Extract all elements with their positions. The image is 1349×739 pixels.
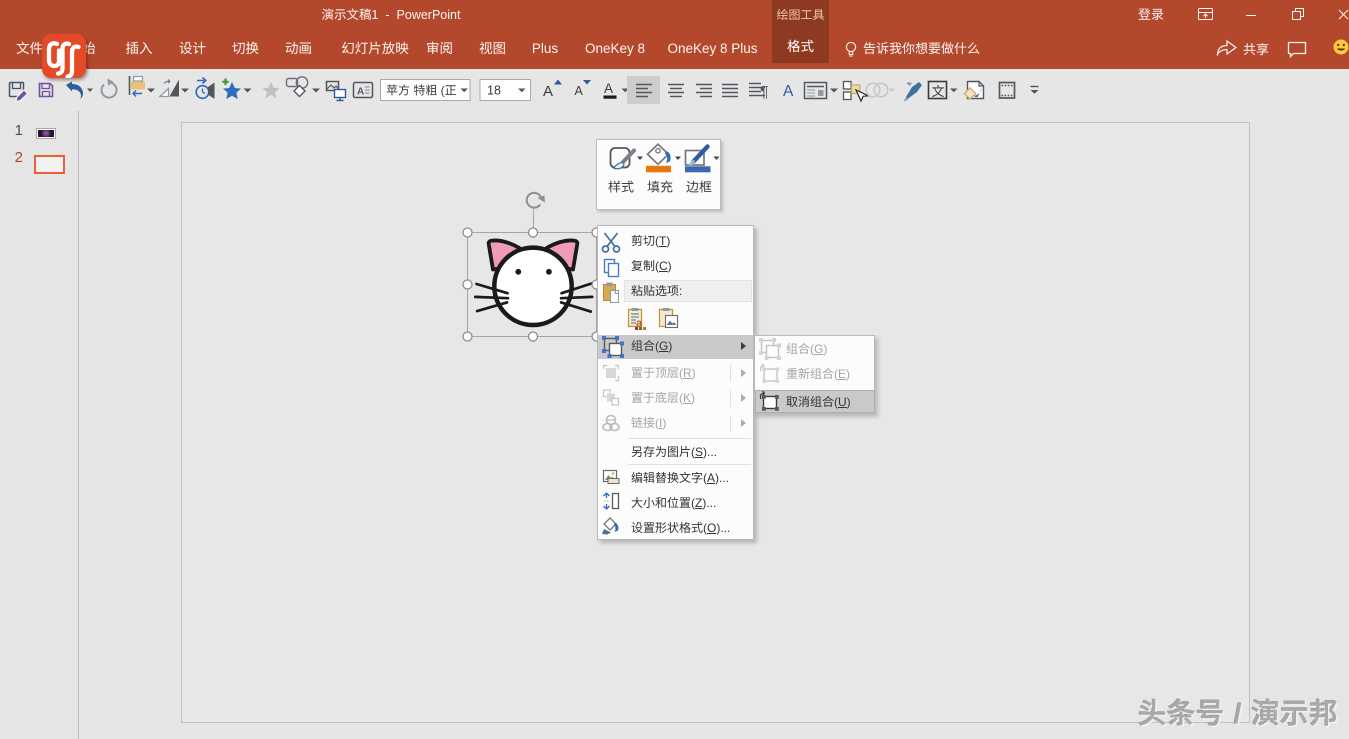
svg-text:苹方 特粗 (正: 苹方 特粗 (正: [386, 83, 457, 97]
svg-text:A: A: [604, 81, 613, 96]
svg-text:¶: ¶: [760, 84, 769, 101]
svg-text:A: A: [783, 83, 794, 100]
svg-text:文: 文: [932, 84, 945, 99]
svg-text:18: 18: [487, 84, 501, 98]
svg-text:边框: 边框: [686, 180, 712, 195]
svg-text:填充: 填充: [647, 180, 673, 195]
svg-text:A: A: [543, 83, 553, 100]
svg-text:A: A: [575, 84, 584, 98]
svg-text:A: A: [357, 87, 364, 98]
svg-text:样式: 样式: [608, 180, 634, 195]
